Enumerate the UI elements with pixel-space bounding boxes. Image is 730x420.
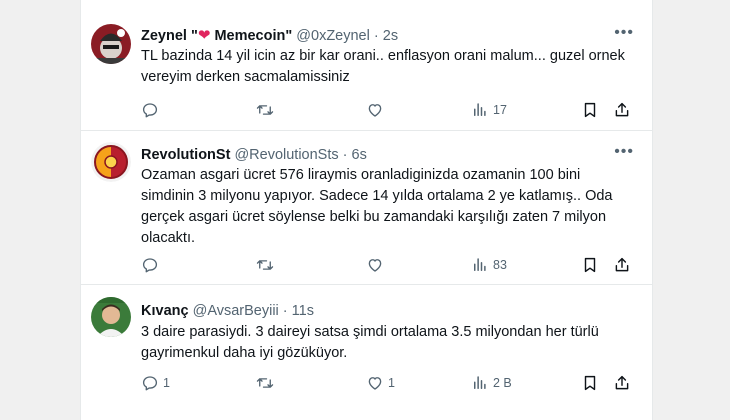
- bookmark-button[interactable]: [581, 373, 599, 393]
- view-count: 17: [493, 103, 507, 117]
- tweet-revolutionst[interactable]: RevolutionSt @RevolutionSts · 6s ••• Oza…: [81, 130, 652, 285]
- retweet-icon: [256, 105, 274, 115]
- reply-button[interactable]: [141, 255, 163, 275]
- reply-count: 1: [163, 376, 170, 390]
- like-button[interactable]: [366, 100, 388, 120]
- like-button[interactable]: 1: [366, 373, 395, 393]
- avatar-zeynel[interactable]: [91, 24, 131, 64]
- heart-icon: ❤: [197, 27, 211, 44]
- retweet-icon: [256, 378, 274, 388]
- tweet-time[interactable]: 2s: [383, 28, 398, 44]
- tweet-text: 3 daire parasiydi. 3 daireyi satsa şimdi…: [141, 324, 599, 361]
- tweet-kivanc[interactable]: Kıvanç @AvsarBeyiii · 11s 3 daire parasi…: [81, 284, 652, 420]
- more-icon[interactable]: •••: [614, 24, 634, 42]
- bookmark-button[interactable]: [581, 255, 599, 275]
- views-icon: [474, 258, 486, 271]
- share-button[interactable]: [613, 255, 631, 275]
- views-icon: [474, 376, 486, 389]
- view-count: 2 B: [493, 376, 512, 390]
- bookmark-button[interactable]: [581, 100, 599, 120]
- views-button[interactable]: 2 B: [471, 373, 512, 393]
- bookmark-icon: [584, 375, 596, 391]
- tweet-header: RevolutionSt @RevolutionSts · 6s: [141, 146, 367, 164]
- share-icon: [615, 102, 629, 117]
- retweet-button[interactable]: [256, 255, 278, 275]
- tweet-actions: 83: [141, 255, 636, 275]
- like-button[interactable]: [366, 255, 388, 275]
- tweet-zeynel[interactable]: Zeynel "❤ Memecoin" @0xZeynel · 2s ••• T…: [81, 14, 652, 131]
- author-name[interactable]: Zeynel ": [141, 28, 198, 44]
- tweet-actions: 17: [141, 100, 636, 120]
- views-icon: [474, 103, 486, 116]
- tweet-feed: Zeynel "❤ Memecoin" @0xZeynel · 2s ••• T…: [80, 0, 653, 420]
- like-icon: [368, 104, 382, 117]
- tweet-actions: 1 1 2 B: [141, 373, 636, 393]
- more-icon[interactable]: •••: [614, 143, 634, 161]
- author-name[interactable]: Kıvanç: [141, 303, 189, 319]
- views-button[interactable]: 17: [471, 100, 507, 120]
- separator-dot: ·: [373, 28, 379, 44]
- separator-dot: ·: [282, 303, 288, 319]
- retweet-button[interactable]: [256, 100, 278, 120]
- reply-icon: [142, 103, 158, 118]
- reply-button[interactable]: 1: [141, 373, 170, 393]
- reply-icon: [142, 258, 158, 273]
- avatar-kivanc[interactable]: [91, 297, 131, 337]
- like-icon: [368, 377, 382, 390]
- avatar-revolutionst[interactable]: [91, 142, 131, 182]
- retweet-button[interactable]: [256, 373, 278, 393]
- share-icon: [615, 257, 629, 272]
- reply-icon: [142, 376, 158, 391]
- tweet-time[interactable]: 11s: [292, 303, 314, 319]
- author-handle[interactable]: @0xZeynel: [296, 28, 370, 44]
- tweet-header: Kıvanç @AvsarBeyiii · 11s: [141, 302, 314, 320]
- reply-button[interactable]: [141, 100, 163, 120]
- separator-dot: ·: [342, 147, 348, 163]
- author-handle[interactable]: @AvsarBeyiii: [193, 303, 279, 319]
- tweet-header: Zeynel "❤ Memecoin" @0xZeynel · 2s: [141, 27, 398, 45]
- share-button[interactable]: [613, 373, 631, 393]
- bookmark-icon: [584, 102, 596, 118]
- retweet-icon: [256, 260, 274, 270]
- author-handle[interactable]: @RevolutionSts: [234, 147, 338, 163]
- share-icon: [615, 375, 629, 390]
- share-button[interactable]: [613, 100, 631, 120]
- view-count: 83: [493, 258, 507, 272]
- author-name[interactable]: RevolutionSt: [141, 147, 230, 163]
- tweet-text: Ozaman asgari ücret 576 liraymis oranlad…: [141, 167, 613, 246]
- author-name-tail[interactable]: Memecoin": [214, 28, 292, 44]
- like-count: 1: [388, 376, 395, 390]
- tweet-time[interactable]: 6s: [352, 147, 367, 163]
- views-button[interactable]: 83: [471, 255, 507, 275]
- tweet-text: TL bazinda 14 yil icin az bir kar orani.…: [141, 48, 625, 85]
- bookmark-icon: [584, 257, 596, 273]
- like-icon: [368, 259, 382, 272]
